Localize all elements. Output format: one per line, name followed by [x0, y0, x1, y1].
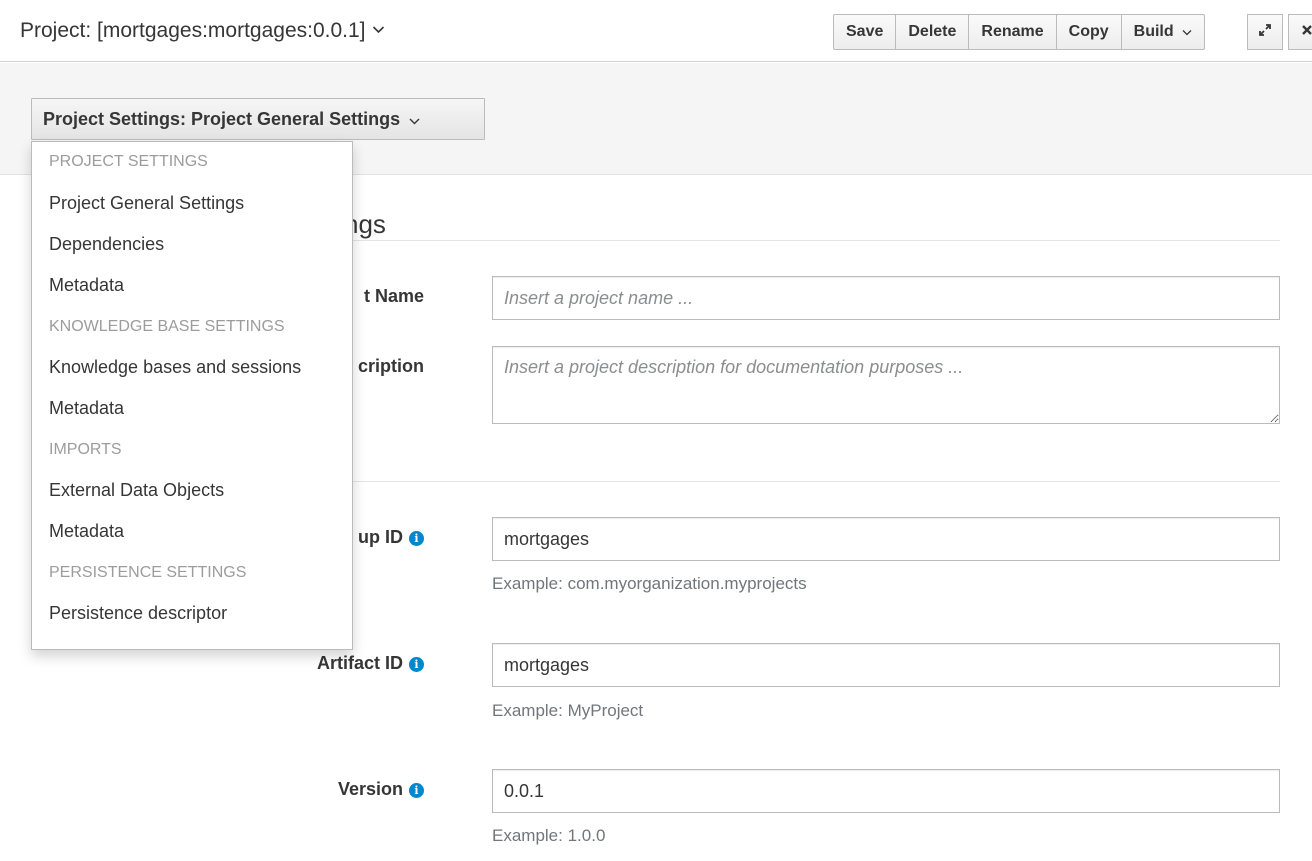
menu-item-knowledge-bases-and-sessions[interactable]: Knowledge bases and sessions: [32, 347, 352, 388]
description-textarea[interactable]: [492, 346, 1280, 424]
close-icon: [1301, 23, 1312, 41]
section-divider: [340, 240, 1280, 241]
version-input[interactable]: [492, 769, 1280, 813]
group-id-label-text: up ID: [358, 527, 403, 547]
artifact-id-label-text: Artifact ID: [316, 653, 403, 673]
info-icon[interactable]: i: [409, 531, 424, 546]
chevron-down-icon: [1182, 23, 1192, 41]
project-title-dropdown[interactable]: Project: [mortgages:mortgages:0.0.1]: [20, 16, 385, 43]
save-button[interactable]: Save: [833, 14, 897, 50]
project-name-input[interactable]: [492, 276, 1280, 320]
project-settings-label: Project Settings: Project General Settin…: [43, 108, 401, 129]
menu-header-imports: Imports: [49, 441, 122, 458]
version-help: Example: 1.0.0: [492, 826, 606, 845]
menu-item-kbase-metadata[interactable]: Metadata: [32, 388, 352, 429]
chevron-down-icon: [409, 109, 420, 130]
project-settings-dropdown[interactable]: Project Settings: Project General Settin…: [31, 98, 485, 140]
artifact-id-help: Example: MyProject: [492, 701, 644, 720]
subsection-divider: [340, 481, 1280, 482]
menu-item-external-data-objects[interactable]: External Data Objects: [32, 470, 352, 511]
version-label: Version i: [338, 779, 424, 800]
copy-button[interactable]: Copy: [1055, 14, 1122, 50]
artifact-id-input[interactable]: [492, 643, 1280, 687]
build-button[interactable]: Build: [1120, 14, 1205, 50]
menu-item-imports-metadata[interactable]: Metadata: [32, 511, 352, 552]
menu-header-knowledge-base-settings: Knowledge Base Settings: [49, 318, 285, 335]
group-id-help: Example: com.myorganization.myprojects: [492, 574, 807, 593]
expand-icon: [1258, 23, 1272, 42]
rename-button[interactable]: Rename: [968, 14, 1057, 50]
delete-button[interactable]: Delete: [895, 14, 970, 50]
menu-item-persistence-descriptor[interactable]: Persistence descriptor: [32, 593, 352, 634]
version-label-text: Version: [337, 779, 403, 799]
project-name-label: t Name: [363, 286, 424, 306]
menu-item-dependencies[interactable]: Dependencies: [32, 224, 352, 265]
page-title: Project: [mortgages:mortgages:0.0.1]: [20, 19, 366, 42]
maximize-button[interactable]: [1247, 14, 1283, 50]
artifact-id-label: Artifact ID i: [317, 653, 424, 674]
info-icon[interactable]: i: [409, 783, 424, 798]
menu-item-project-general-settings[interactable]: Project General Settings: [32, 183, 352, 224]
group-id-label: up ID i: [358, 527, 424, 548]
close-button[interactable]: [1288, 14, 1312, 50]
build-label: Build: [1133, 23, 1174, 40]
menu-header-project-settings: Project Settings: [49, 153, 208, 170]
chevron-down-icon: [372, 16, 385, 40]
menu-item-project-metadata[interactable]: Metadata: [32, 265, 352, 306]
settings-dropdown-menu: Project Settings Project General Setting…: [31, 141, 353, 650]
menu-header-persistence-settings: Persistence Settings: [49, 564, 247, 581]
title-bar: Project: [mortgages:mortgages:0.0.1] Sav…: [0, 0, 1312, 62]
toolbar: Save Delete Rename Copy Build: [833, 14, 1205, 50]
description-label: cription: [358, 356, 424, 376]
group-id-input[interactable]: [492, 517, 1280, 561]
info-icon[interactable]: i: [409, 657, 424, 672]
